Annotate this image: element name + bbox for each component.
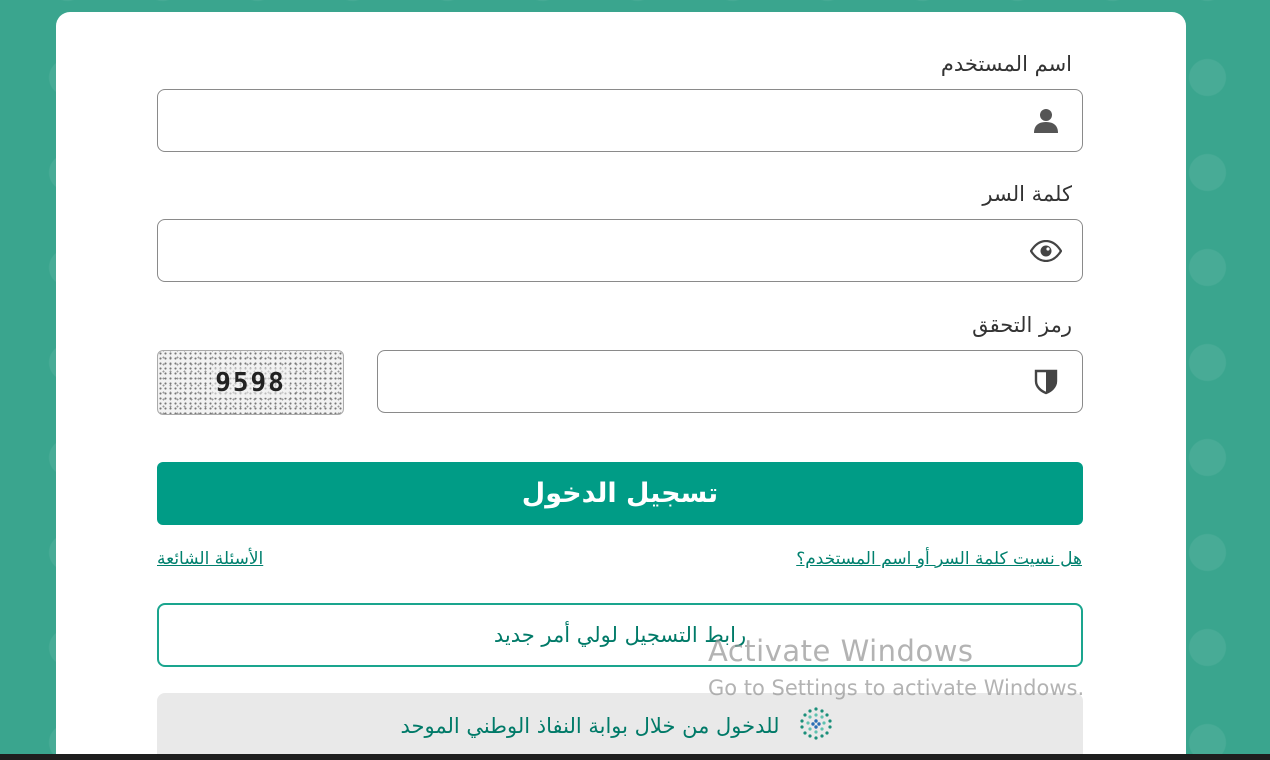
captcha-code: 9598 [211,367,290,398]
password-field-wrapper [157,219,1083,282]
activate-windows-title: Activate Windows [708,634,974,668]
captcha-label: رمز التحقق [972,313,1072,337]
nafath-login-label: للدخول من خلال بوابة النفاذ الوطني الموح… [400,713,780,738]
shield-icon [1030,366,1062,398]
eye-icon[interactable] [1030,235,1062,267]
login-button[interactable]: تسجيل الدخول [157,462,1083,525]
captcha-image: 9598 [157,350,344,415]
activate-windows-subtitle: Go to Settings to activate Windows. [708,676,1085,700]
faq-link[interactable]: الأسئلة الشائعة [157,549,263,569]
captcha-field-wrapper [377,350,1083,413]
password-label: كلمة السر [982,182,1072,206]
nafath-logo-icon [793,705,839,746]
user-icon [1030,105,1062,137]
username-field-wrapper [157,89,1083,152]
username-label: اسم المستخدم [940,52,1072,76]
password-input[interactable] [158,220,1082,281]
forgot-credentials-link[interactable]: هل نسيت كلمة السر أو اسم المستخدم؟ [796,549,1082,569]
username-input[interactable] [158,90,1082,151]
captcha-input[interactable] [378,351,1082,412]
taskbar-edge [0,754,1270,760]
nafath-login-button[interactable]: للدخول من خلال بوابة النفاذ الوطني الموح… [157,693,1083,760]
